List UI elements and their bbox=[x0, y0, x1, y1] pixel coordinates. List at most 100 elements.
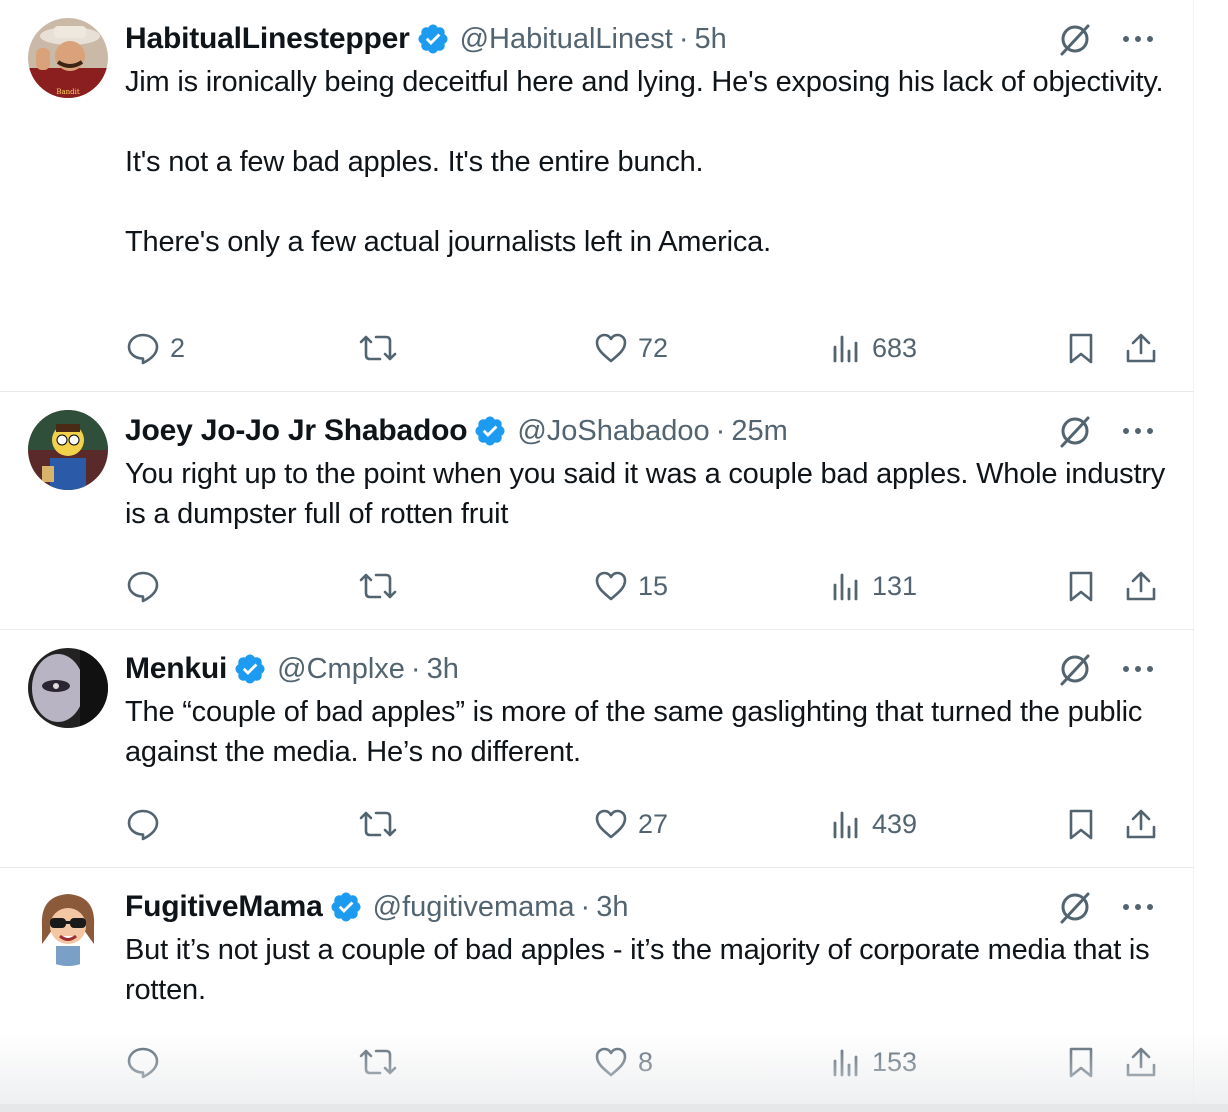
repost-icon bbox=[358, 331, 398, 365]
bookmark-button[interactable] bbox=[1066, 1045, 1096, 1079]
avatar[interactable] bbox=[28, 648, 108, 728]
user-handle[interactable]: @JoShabadoo bbox=[517, 415, 709, 448]
like-button[interactable]: 72 bbox=[594, 331, 668, 365]
reply-icon bbox=[126, 807, 160, 841]
share-button[interactable] bbox=[1124, 331, 1158, 365]
bookmark-button[interactable] bbox=[1066, 807, 1096, 841]
timestamp[interactable]: 3h bbox=[427, 653, 459, 686]
grok-icon[interactable] bbox=[1056, 650, 1094, 688]
share-icon bbox=[1124, 331, 1158, 365]
views-button[interactable]: 131 bbox=[830, 569, 917, 603]
repost-icon bbox=[358, 807, 398, 841]
tweet-paragraph: The “couple of bad apples” is more of th… bbox=[125, 696, 1150, 768]
tweet[interactable]: Menkui @Cmplxe · 3h The “couple of bad apple… bbox=[0, 630, 1194, 868]
display-name[interactable]: FugitiveMama bbox=[125, 890, 323, 924]
user-handle[interactable]: @HabitualLinest bbox=[460, 23, 673, 56]
tweet-paragraph: You right up to the point when you said … bbox=[125, 458, 1173, 530]
views-icon bbox=[830, 331, 862, 365]
tweet-text: The “couple of bad apples” is more of th… bbox=[125, 692, 1170, 772]
tweet-text: Jim is ironically being deceitful here a… bbox=[125, 62, 1170, 262]
bookmark-icon bbox=[1066, 331, 1096, 365]
display-name[interactable]: HabitualLinestepper bbox=[125, 22, 410, 56]
repost-button[interactable] bbox=[358, 569, 408, 603]
reply-button[interactable] bbox=[126, 1045, 170, 1079]
views-count: 683 bbox=[872, 332, 918, 363]
like-button[interactable]: 15 bbox=[594, 569, 668, 603]
share-button[interactable] bbox=[1124, 807, 1158, 841]
verified-badge-icon[interactable] bbox=[416, 22, 450, 56]
more-icon[interactable] bbox=[1118, 892, 1158, 922]
views-icon bbox=[830, 569, 862, 603]
repost-button[interactable] bbox=[358, 331, 408, 365]
repost-button[interactable] bbox=[358, 807, 408, 841]
separator-dot: · bbox=[715, 414, 726, 447]
views-button[interactable]: 683 bbox=[830, 331, 917, 365]
repost-icon bbox=[358, 569, 398, 603]
avatar[interactable] bbox=[28, 886, 108, 966]
display-name[interactable]: Joey Jo-Jo Jr Shabadoo bbox=[125, 414, 468, 448]
repost-button[interactable] bbox=[358, 1045, 408, 1079]
more-icon[interactable] bbox=[1118, 654, 1158, 684]
views-count: 153 bbox=[872, 1046, 918, 1077]
action-bar: 15 131 bbox=[0, 566, 1194, 606]
bookmark-icon bbox=[1066, 569, 1096, 603]
likes-count: 8 bbox=[638, 1046, 654, 1077]
replies-count: 2 bbox=[170, 332, 186, 363]
display-name[interactable]: Menkui bbox=[125, 652, 227, 686]
action-bar: 27 439 bbox=[0, 804, 1194, 844]
tweet[interactable]: FugitiveMama @fugitivemama · 3h But it’s not… bbox=[0, 868, 1194, 1112]
reply-thread: Bandit HabitualLinestepper @HabitualLinest… bbox=[0, 0, 1194, 1112]
views-count: 439 bbox=[872, 808, 918, 839]
likes-count: 72 bbox=[638, 332, 669, 363]
verified-badge-icon[interactable] bbox=[233, 652, 267, 686]
user-handle[interactable]: @fugitivemama bbox=[373, 891, 575, 924]
tweet-text: You right up to the point when you said … bbox=[125, 454, 1170, 534]
tweet-paragraph: It's not a few bad apples. It's the enti… bbox=[125, 146, 704, 178]
like-button[interactable]: 27 bbox=[594, 807, 668, 841]
reply-icon bbox=[126, 1045, 160, 1079]
bookmark-button[interactable] bbox=[1066, 331, 1096, 365]
share-icon bbox=[1124, 1045, 1158, 1079]
timestamp[interactable]: 25m bbox=[731, 415, 787, 448]
avatar[interactable] bbox=[28, 410, 108, 490]
views-button[interactable]: 153 bbox=[830, 1045, 917, 1079]
like-icon bbox=[594, 331, 628, 365]
tweet-paragraph: There's only a few actual journalists le… bbox=[125, 226, 771, 258]
bookmark-icon bbox=[1066, 807, 1096, 841]
reply-button[interactable]: 2 bbox=[126, 331, 185, 365]
tweet[interactable]: Joey Jo-Jo Jr Shabadoo @JoShabadoo · 25m You… bbox=[0, 392, 1194, 630]
grok-icon[interactable] bbox=[1056, 20, 1094, 58]
tweet-paragraph: But it’s not just a couple of bad apples… bbox=[125, 934, 1158, 1006]
action-bar: 8 153 bbox=[0, 1042, 1194, 1082]
more-icon[interactable] bbox=[1118, 24, 1158, 54]
reply-button[interactable] bbox=[126, 569, 170, 603]
like-icon bbox=[594, 1045, 628, 1079]
views-button[interactable]: 439 bbox=[830, 807, 917, 841]
reply-button[interactable] bbox=[126, 807, 170, 841]
grok-icon[interactable] bbox=[1056, 412, 1094, 450]
verified-badge-icon[interactable] bbox=[473, 414, 507, 448]
likes-count: 15 bbox=[638, 570, 669, 601]
share-icon bbox=[1124, 569, 1158, 603]
tweet-header: FugitiveMama @fugitivemama · 3h bbox=[125, 888, 628, 926]
more-icon[interactable] bbox=[1118, 416, 1158, 446]
separator-dot: · bbox=[678, 22, 689, 55]
grok-icon[interactable] bbox=[1056, 888, 1094, 926]
avatar[interactable]: Bandit bbox=[28, 18, 108, 98]
like-button[interactable]: 8 bbox=[594, 1045, 653, 1079]
like-icon bbox=[594, 569, 628, 603]
bookmark-icon bbox=[1066, 1045, 1096, 1079]
bookmark-button[interactable] bbox=[1066, 569, 1096, 603]
tweet-header: HabitualLinestepper @HabitualLinest · 5h bbox=[125, 20, 727, 58]
views-icon bbox=[830, 1045, 862, 1079]
share-button[interactable] bbox=[1124, 569, 1158, 603]
separator-dot: · bbox=[410, 652, 421, 685]
user-handle[interactable]: @Cmplxe bbox=[277, 653, 405, 686]
likes-count: 27 bbox=[638, 808, 669, 839]
timestamp[interactable]: 5h bbox=[695, 23, 727, 56]
timestamp[interactable]: 3h bbox=[596, 891, 628, 924]
tweet[interactable]: Bandit HabitualLinestepper @HabitualLinest… bbox=[0, 0, 1194, 392]
action-bar: 2 72 683 bbox=[0, 328, 1194, 368]
share-button[interactable] bbox=[1124, 1045, 1158, 1079]
verified-badge-icon[interactable] bbox=[329, 890, 363, 924]
